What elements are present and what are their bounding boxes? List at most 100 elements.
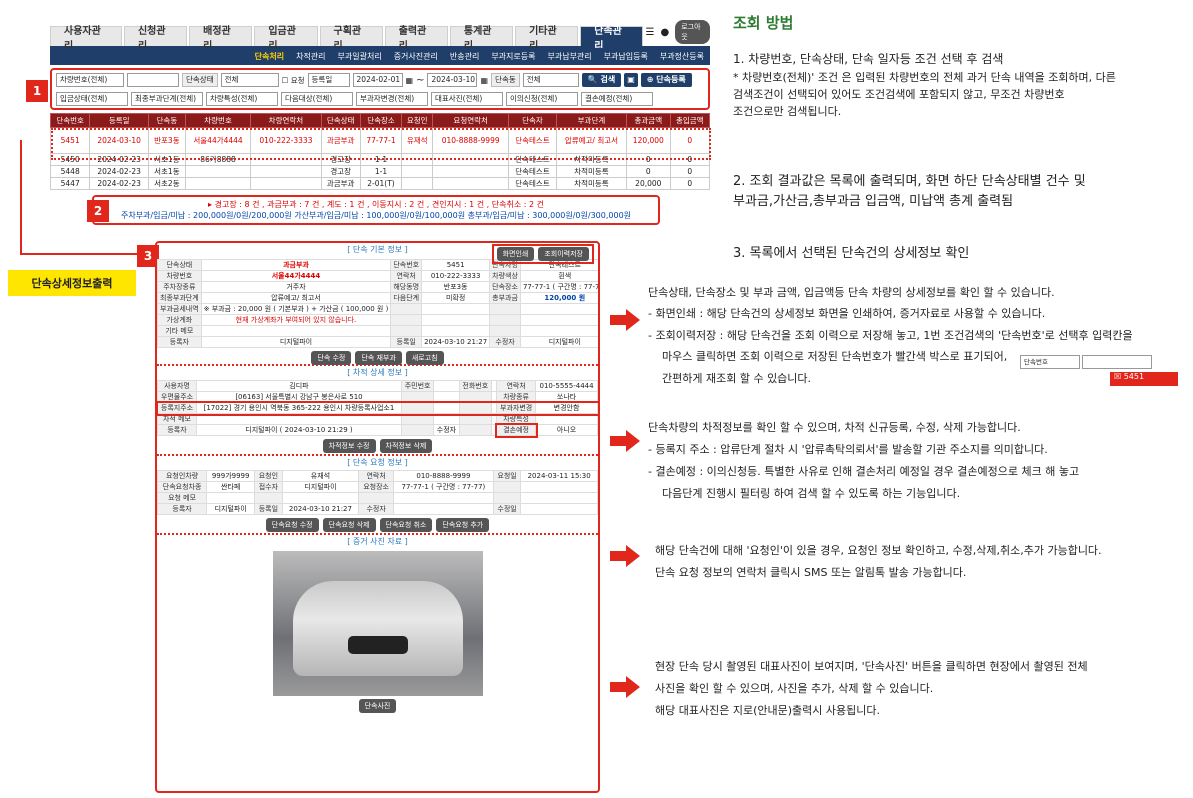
action-button[interactable]: 새로고침 bbox=[405, 351, 444, 365]
detail-cell: [06163] 서울특별시 강남구 봉은사로 510 bbox=[195, 391, 402, 403]
text-line: 단속차량의 차적정보를 확인 할 수 있으며, 차적 신규등록, 수정, 삭제 … bbox=[648, 421, 1021, 434]
text-line: 검색조건이 선택되어 있어도 조건검색에 포함되지 않고, 무조건 차량번호 bbox=[733, 87, 1065, 101]
detail-cell: 2024-03-11 15:30 bbox=[520, 470, 598, 482]
mini-history-value: 5451 bbox=[1123, 372, 1145, 381]
calendar-icon[interactable]: ▦ bbox=[480, 76, 488, 85]
sub-tab[interactable]: 부과납입등록 bbox=[604, 51, 648, 62]
step1-text: 1. 차량번호, 단속상태, 단속 일자등 조건 선택 후 검색 * 차량번호(전… bbox=[733, 50, 1188, 120]
date-from-input[interactable]: 2024-02-01 bbox=[352, 73, 403, 87]
sub-tab[interactable]: 부과정산등록 bbox=[660, 51, 704, 62]
table-cell: 2-01(T) bbox=[359, 177, 403, 190]
filter-select[interactable]: 다음대상(전체) bbox=[281, 92, 353, 106]
detail-cell bbox=[392, 503, 494, 515]
filter-select[interactable]: 차량특성(전체) bbox=[206, 92, 278, 106]
detail-row: 등록자디지털파이등록일2024-03-10 21:27수정자디지털파이수정일20… bbox=[157, 336, 598, 348]
detail-row: 주차장종류 거주자 해당동명 반포3동 단속장소 77-77-1 ( 구간명 : 77-7… bbox=[157, 281, 598, 293]
sub-tab[interactable]: 부과납부관리 bbox=[547, 51, 591, 62]
action-button[interactable]: 차적정보 삭제 bbox=[379, 439, 433, 453]
action-button[interactable]: 단속요청 추가 bbox=[436, 518, 490, 532]
detail-cell: 차적 메모 bbox=[157, 413, 197, 425]
filter-select[interactable]: 최종부과단계(전체) bbox=[131, 92, 203, 106]
register-button[interactable]: ⊕ 단속등록 bbox=[640, 73, 692, 87]
detail-cell: 차량색상 bbox=[489, 270, 521, 282]
user-icon[interactable]: ● bbox=[660, 27, 669, 38]
sub-tab[interactable]: 반송관리 bbox=[450, 51, 479, 62]
detail-cell: 변경안함 bbox=[535, 402, 598, 414]
excel-icon[interactable]: ▣ bbox=[624, 73, 638, 87]
search-button[interactable]: 🔍 검색 bbox=[581, 73, 622, 87]
action-button[interactable]: 단속요청 취소 bbox=[379, 518, 433, 532]
table-cell: 단속테스트 bbox=[508, 177, 557, 190]
sub-tab[interactable]: 차적관리 bbox=[296, 51, 325, 62]
detail-row: 부과금세내역 ※ 부과금 : 20,000 원 ( 기본부과 ) + 가산금 ( … bbox=[157, 303, 598, 315]
dong-select[interactable]: 전체 bbox=[522, 73, 579, 87]
detail-cell bbox=[400, 424, 435, 436]
photo-button[interactable]: 단속사진 bbox=[358, 699, 397, 713]
request-checkbox[interactable]: ☐ 요청 bbox=[282, 75, 305, 86]
save-history-button[interactable]: 조회이력저장 bbox=[538, 247, 589, 261]
text-line: 현장 단속 당시 촬영된 대표사진이 보여지며, '단속사진' 버튼을 클릭하면… bbox=[655, 660, 1088, 673]
top-tab[interactable]: 단속관리 bbox=[580, 26, 644, 52]
date-to-input[interactable]: 2024-03-10 bbox=[427, 73, 478, 87]
column-header: 총과금액 bbox=[626, 113, 671, 128]
print-button[interactable]: 화면인쇄 bbox=[496, 247, 535, 261]
connector-line bbox=[20, 140, 22, 255]
sub-nav: 단속처리 차적관리 부과일괄처리 증거사진관리 반송관리 부과지로등록 부과납부관리 부과납입… bbox=[50, 48, 710, 65]
text-line: - 결손예정 : 이의신청등. 특별한 사유로 인해 결손처리 예정일 경우 결… bbox=[648, 465, 1080, 478]
detail-cell bbox=[458, 402, 492, 414]
top-tab[interactable]: 기타관리 bbox=[515, 26, 579, 52]
filter-select[interactable]: 결손예정(전체) bbox=[581, 92, 653, 106]
text-line: 2. 조회 결과값은 목록에 출력되며, 화면 하단 단속상태별 건수 및 bbox=[733, 174, 1086, 189]
top-tab[interactable]: 배정관리 bbox=[189, 26, 253, 52]
column-header: 단속번호 bbox=[49, 113, 91, 128]
detail-cell bbox=[390, 314, 423, 326]
table-cell: 0 bbox=[669, 177, 711, 190]
detail-cell: 77-77-1 ( 구간명 : 77-77) bbox=[519, 281, 598, 293]
sub-tab[interactable]: 증거사진관리 bbox=[394, 51, 438, 62]
table-row[interactable]: 5448 2024-02-23 서초1동 경고장 1-1 단속테스트 차적미등록 0 0 bbox=[49, 165, 711, 178]
selected-row-highlight bbox=[51, 128, 711, 160]
date-type-select[interactable]: 등록일 bbox=[307, 73, 350, 87]
detail-cell: 기타 메모 bbox=[157, 325, 202, 337]
action-button[interactable]: 단속요청 수정 bbox=[265, 518, 319, 532]
detail-cell: 2024-03-10 21:27 bbox=[281, 503, 360, 515]
detail-cell: 우편물주소 bbox=[157, 391, 197, 403]
mini-history-item: ☒ 5451 bbox=[1110, 372, 1178, 386]
detail-row: 기타 메모 bbox=[157, 325, 598, 337]
mini-input bbox=[1082, 355, 1152, 369]
action-button[interactable]: 단속요청 삭제 bbox=[322, 518, 376, 532]
request-info-table: 요청인차량 999가9999 요청인 유재석 연락처 010-8888-9999 요청일 20… bbox=[157, 470, 598, 515]
table-cell: 차적미등록 bbox=[555, 177, 628, 190]
car-number-input[interactable] bbox=[127, 73, 179, 87]
detail-cell: 999가9999 bbox=[206, 470, 256, 482]
filter-select[interactable]: 입금상태(전체) bbox=[56, 92, 128, 106]
filter-select[interactable]: 이의신청(전체) bbox=[506, 92, 578, 106]
top-tab[interactable]: 신청관리 bbox=[123, 26, 188, 52]
top-tab[interactable]: 출력관리 bbox=[384, 26, 448, 52]
dong-label: 단속동 bbox=[491, 73, 520, 87]
filter-select[interactable]: 부과자변경(전체) bbox=[356, 92, 428, 106]
detail-cell bbox=[458, 424, 492, 436]
car-number-select[interactable]: 차량번호(전체) bbox=[56, 73, 124, 87]
request-label: 요청 bbox=[290, 75, 305, 85]
sub-tab[interactable]: 부과일괄처리 bbox=[338, 51, 382, 62]
action-button[interactable]: 차적정보 수정 bbox=[322, 439, 376, 453]
detail-cell bbox=[400, 413, 435, 425]
top-tab[interactable]: 통계관리 bbox=[449, 26, 514, 52]
action-button[interactable]: 단속 수정 bbox=[311, 351, 352, 365]
calendar-icon[interactable]: ▦ bbox=[406, 76, 414, 85]
top-icons: ☰ ● 로그아웃 bbox=[646, 20, 710, 46]
top-tab[interactable]: 입금관리 bbox=[254, 26, 318, 52]
menu-icon[interactable]: ☰ bbox=[646, 27, 655, 38]
step2-text: 2. 조회 결과값은 목록에 출력되며, 화면 하단 단속상태별 건수 및 부과금… bbox=[733, 172, 1188, 212]
top-tab[interactable]: 사용자관리 bbox=[50, 26, 122, 52]
filter-select[interactable]: 대표사진(전체) bbox=[431, 92, 503, 106]
top-tab[interactable]: 구획관리 bbox=[319, 26, 383, 52]
top-nav: 사용자관리 신청관리 배정관리 입금관리 구획관리 출력관리 통계관리 기타관리 단속관리 ☰ ● 로… bbox=[50, 20, 710, 52]
table-row[interactable]: 5447 2024-02-23 서초2동 과금부과 2-01(T) 단속테스트 차적미등록 2… bbox=[49, 177, 711, 190]
status-select[interactable]: 전체 bbox=[220, 73, 279, 87]
sub-tab[interactable]: 부과지로등록 bbox=[491, 51, 535, 62]
sub-tab[interactable]: 단속처리 bbox=[255, 51, 284, 62]
logout-button[interactable]: 로그아웃 bbox=[675, 20, 710, 44]
action-button[interactable]: 단속 재부과 bbox=[355, 351, 402, 365]
